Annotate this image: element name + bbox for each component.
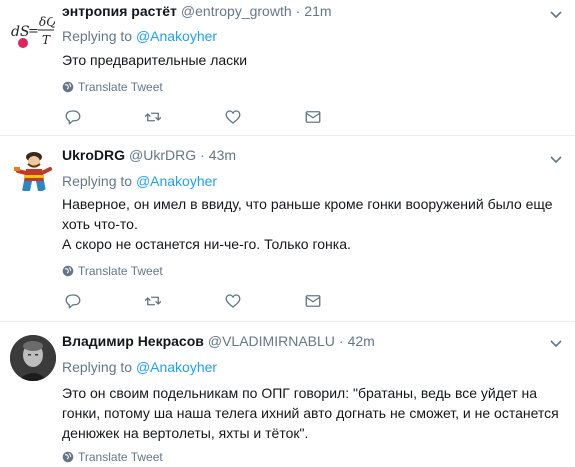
- globe-icon: [62, 451, 74, 463]
- replying-to: Replying to @Anakoyher: [62, 173, 217, 189]
- tweet-3[interactable]: Владимир Некрасов @VLADIMIRNABLU · 42m R…: [0, 323, 575, 467]
- translate-tweet-link[interactable]: Translate Tweet: [62, 264, 163, 278]
- avatar[interactable]: [10, 147, 56, 193]
- tweet-text-line: Это он своим подельникам по ОПГ говорил:…: [62, 385, 559, 441]
- translate-label: Translate Tweet: [78, 450, 163, 464]
- svg-text:T: T: [42, 33, 51, 47]
- retweet-icon[interactable]: [144, 108, 164, 128]
- chevron-down-icon[interactable]: [549, 7, 563, 21]
- username[interactable]: @UkrDRG: [129, 147, 196, 163]
- translate-tweet-link[interactable]: Translate Tweet: [62, 450, 163, 464]
- tweet-header: UkroDRG @UkrDRG · 43m: [62, 147, 236, 167]
- timestamp[interactable]: 21m: [304, 3, 331, 19]
- tweet-text-line: А скоро не останется ни-че-го. Только го…: [62, 236, 351, 252]
- svg-text:=: =: [28, 24, 39, 39]
- replying-to: Replying to @Anakoyher: [62, 28, 217, 44]
- timestamp[interactable]: 43m: [209, 147, 236, 163]
- translate-label: Translate Tweet: [78, 80, 163, 94]
- display-name[interactable]: UkroDRG: [62, 147, 125, 163]
- replying-to-label: Replying to: [62, 28, 133, 44]
- replying-to-label: Replying to: [62, 173, 133, 189]
- svg-text:δQ: δQ: [39, 15, 56, 29]
- mention-link[interactable]: @Anakoyher: [136, 173, 217, 189]
- mention-link[interactable]: @Anakoyher: [136, 28, 217, 44]
- like-icon[interactable]: [224, 108, 244, 128]
- cossack-cartoon-avatar-image: [14, 152, 52, 191]
- tweet-text: Наверное, он имел в ввиду, что раньше кр…: [62, 194, 562, 254]
- chevron-down-icon[interactable]: [549, 336, 563, 350]
- timestamp[interactable]: 42m: [348, 333, 375, 349]
- translate-label: Translate Tweet: [78, 264, 163, 278]
- tweet-header: энтропия растёт @entropy_growth · 21m: [62, 3, 332, 23]
- direct-message-icon[interactable]: [304, 292, 324, 312]
- avatar[interactable]: [10, 335, 56, 381]
- separator-dot: ·: [200, 147, 205, 163]
- display-name[interactable]: энтропия растёт: [62, 3, 177, 19]
- username[interactable]: @VLADIMIRNABLU: [208, 333, 335, 349]
- replying-to-label: Replying to: [62, 359, 133, 375]
- man-portrait-avatar-image: [10, 335, 56, 381]
- like-icon[interactable]: [224, 292, 244, 312]
- reply-icon[interactable]: [64, 292, 84, 312]
- tweet-text: Это предварительные ласки: [62, 50, 562, 70]
- tweet-1[interactable]: dS = δQ T энтропия растёт @entropy_growt…: [0, 0, 575, 136]
- separator-dot: ·: [338, 333, 344, 349]
- mention-link[interactable]: @Anakoyher: [136, 359, 217, 375]
- translate-tweet-link[interactable]: Translate Tweet: [62, 80, 163, 94]
- separator-dot: ·: [295, 3, 301, 19]
- retweet-icon[interactable]: [144, 292, 164, 312]
- svg-text:dS: dS: [11, 24, 30, 40]
- globe-icon: [62, 81, 74, 93]
- entropy-formula-avatar-image: dS = δQ T: [11, 15, 56, 48]
- tweet-text-line: Это предварительные ласки: [62, 52, 248, 68]
- tweet-text: Это он своим подельникам по ОПГ говорил:…: [62, 383, 562, 443]
- avatar[interactable]: dS = δQ T: [10, 6, 56, 52]
- reply-icon[interactable]: [64, 108, 84, 128]
- replying-to: Replying to @Anakoyher: [62, 359, 217, 375]
- display-name[interactable]: Владимир Некрасов: [62, 333, 204, 349]
- username[interactable]: @entropy_growth: [181, 3, 292, 19]
- tweet-header: Владимир Некрасов @VLADIMIRNABLU · 42m: [62, 333, 375, 353]
- tweet-2[interactable]: UkroDRG @UkrDRG · 43m Replying to @Anako…: [0, 137, 575, 322]
- chevron-down-icon[interactable]: [549, 152, 563, 166]
- tweet-text-line: Наверное, он имел в ввиду, что раньше кр…: [62, 196, 553, 232]
- direct-message-icon[interactable]: [304, 108, 324, 128]
- globe-icon: [62, 265, 74, 277]
